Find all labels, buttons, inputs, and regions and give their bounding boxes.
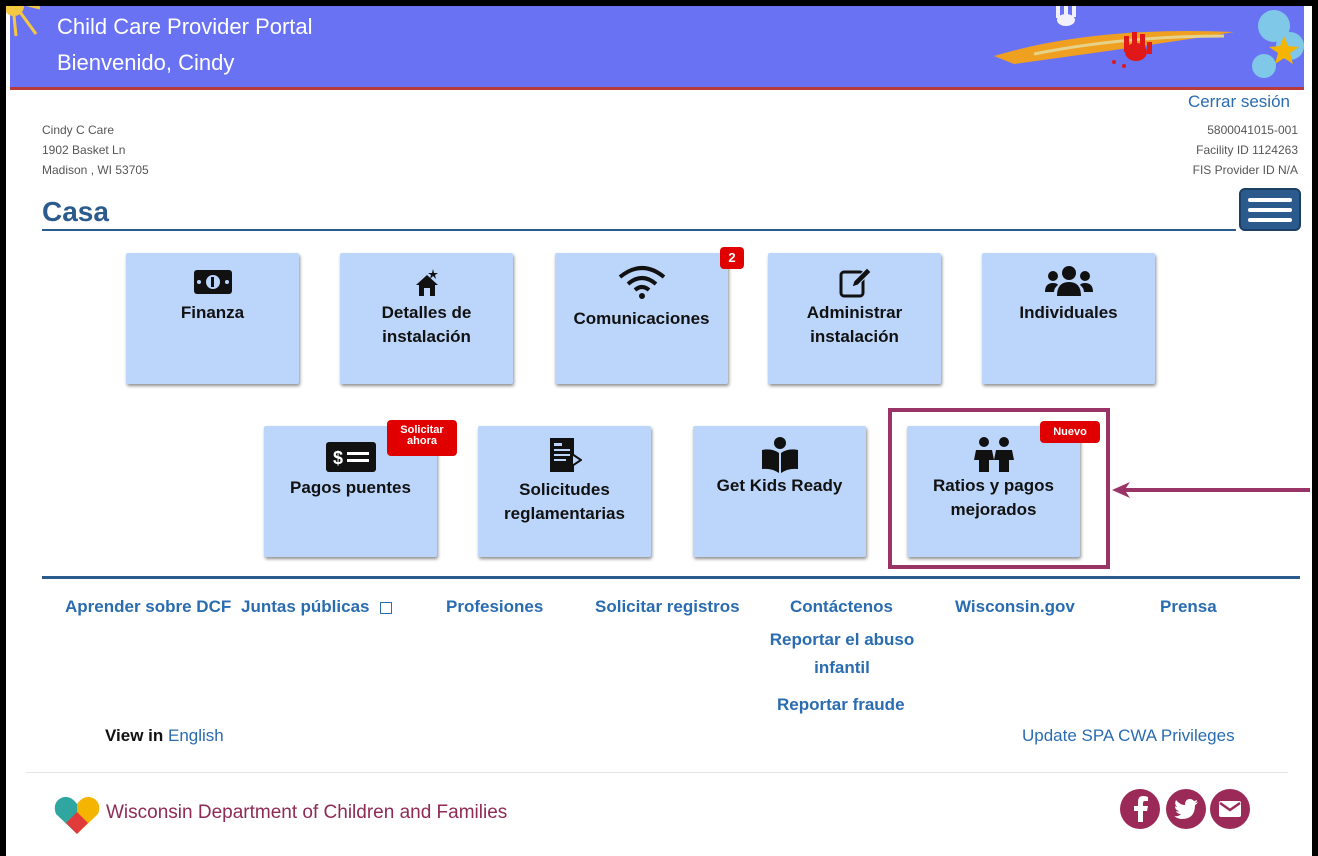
email-icon[interactable] [1210, 789, 1250, 829]
handprint-art-icon [994, 6, 1304, 78]
account-address: Cindy C Care 1902 Basket Ln Madison , WI… [42, 120, 149, 180]
svg-text:$: $ [333, 448, 343, 468]
update-spa-link[interactable]: Update SPA CWA Privileges [1022, 726, 1235, 746]
facility-id: Facility ID 1124263 [1196, 143, 1298, 157]
footer-link-label: Juntas públicas [241, 597, 370, 616]
tile-detalles-instalacion[interactable]: Detalles de instalación [340, 253, 513, 384]
tile-get-kids-ready[interactable]: Get Kids Ready [693, 426, 866, 557]
edit-icon [838, 263, 872, 301]
tile-solicitudes-reglamentarias[interactable]: Solicitudes reglamentarias [478, 426, 651, 557]
wifi-icon [617, 263, 667, 301]
footer-link-solicitar-registros[interactable]: Solicitar registros [595, 597, 740, 617]
twitter-icon[interactable] [1166, 789, 1206, 829]
address-line-2: Madison , WI 53705 [42, 163, 149, 177]
tile-pagos-puentes[interactable]: $ Pagos puentes Solicitar ahora [264, 420, 457, 557]
tile-label: Individuales [1019, 303, 1118, 322]
view-in-label: View in [105, 726, 164, 745]
hamburger-line [1248, 197, 1292, 202]
external-link-icon [380, 601, 393, 614]
account-ids: 5800041015-001 Facility ID 1124263 FIS P… [1193, 120, 1298, 180]
tile-individuales[interactable]: Individuales [982, 253, 1155, 384]
portal-title: Child Care Provider Portal [57, 14, 313, 39]
fis-provider-id: FIS Provider ID N/A [1192, 163, 1298, 177]
tile-label: Finanza [180, 303, 245, 322]
language-selector: View in English [105, 726, 224, 746]
footer-divider [42, 576, 1300, 579]
highlight-box [888, 408, 1110, 569]
house-icon [414, 263, 440, 301]
facebook-icon[interactable] [1120, 789, 1160, 829]
hamburger-line [1248, 217, 1292, 222]
title-divider [42, 229, 1236, 231]
page-title: Casa [42, 196, 109, 227]
hamburger-menu-button[interactable] [1239, 188, 1301, 231]
money-icon [193, 263, 233, 301]
footer-link-wisconsin-gov[interactable]: Wisconsin.gov [955, 597, 1075, 617]
welcome-text: Bienvenido, Cindy [57, 50, 235, 75]
notification-badge: 2 [720, 247, 744, 269]
tile-administrar-instalacion[interactable]: Administrar instalación [768, 253, 941, 384]
tile-finanza[interactable]: Finanza [126, 253, 299, 384]
dcf-logo-icon [54, 796, 100, 834]
footer-link-prensa[interactable]: Prensa [1160, 597, 1217, 617]
organization-name: Wisconsin Department of Children and Fam… [106, 802, 508, 823]
form-icon [548, 436, 582, 474]
tile-label: Solicitudes reglamentarias [504, 480, 625, 523]
header-banner: Child Care Provider Portal Bienvenido, C… [6, 6, 1304, 90]
check-icon: $ [325, 438, 377, 476]
tile-label: Get Kids Ready [716, 476, 843, 495]
account-name: Cindy C Care [42, 123, 115, 137]
sun-icon [6, 6, 40, 37]
address-line-1: 1902 Basket Ln [42, 143, 126, 157]
portal-window: Child Care Provider Portal Bienvenido, C… [6, 6, 1312, 856]
tile-label: Pagos puentes [290, 478, 411, 497]
logout-link[interactable]: Cerrar sesión [1188, 92, 1290, 112]
pointer-arrow-icon [1112, 482, 1310, 498]
people-icon [1044, 263, 1094, 301]
footer-thin-divider [26, 772, 1288, 773]
tile-label: Administrar instalación [806, 303, 903, 346]
footer-link-reportar-abuso[interactable]: Reportar el abuso infantil [762, 626, 922, 682]
apply-now-badge: Solicitar ahora [387, 420, 457, 456]
footer-link-reportar-fraude[interactable]: Reportar fraude [777, 695, 905, 715]
tile-comunicaciones[interactable]: Comunicaciones 2 [555, 247, 744, 384]
footer-link-profesiones[interactable]: Profesiones [446, 597, 543, 617]
tile-label: Comunicaciones [573, 309, 710, 328]
footer-link-aprender-dcf[interactable]: Aprender sobre DCF [65, 597, 231, 617]
language-link[interactable]: English [168, 726, 224, 745]
provider-number: 5800041015-001 [1207, 123, 1298, 137]
footer-link-contactenos[interactable]: Contáctenos [790, 597, 893, 617]
book-reader-icon [760, 436, 800, 474]
hamburger-line [1248, 207, 1292, 212]
footer-link-juntas-publicas[interactable]: Juntas públicas [241, 597, 393, 617]
tile-label: Detalles de instalación [381, 303, 472, 346]
